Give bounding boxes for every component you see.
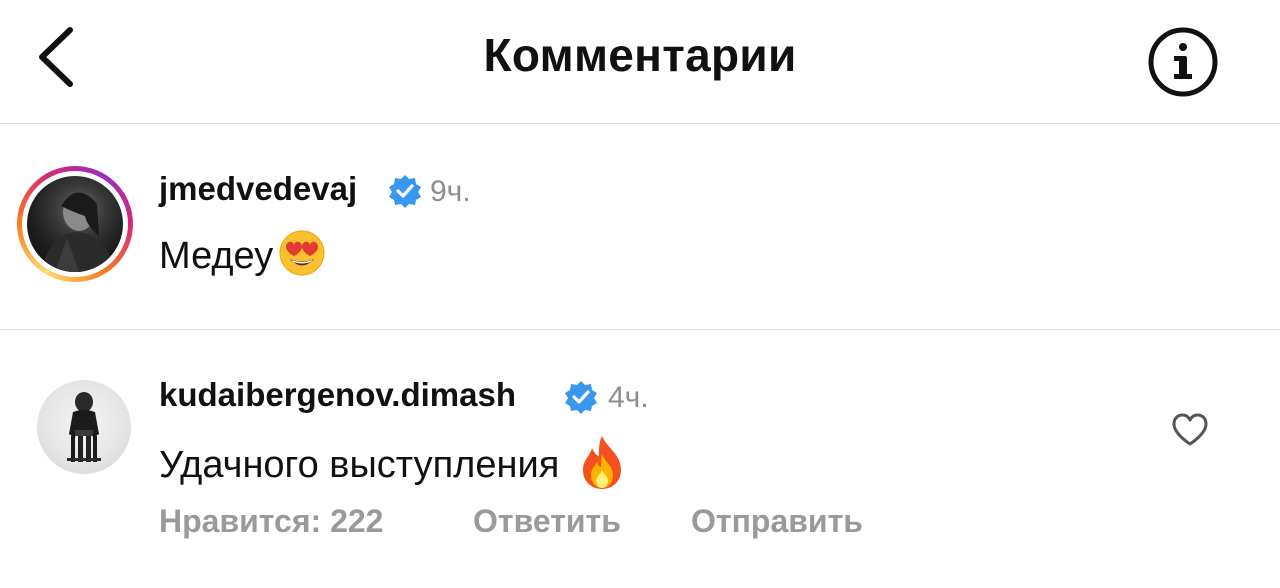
- verified-badge-icon: [565, 381, 597, 414]
- header-bar: Комментарии: [0, 0, 1280, 124]
- avatar[interactable]: [37, 380, 131, 474]
- info-button[interactable]: [1146, 25, 1220, 99]
- comment-item: jmedvedevaj 9ч. Медеу: [0, 124, 1280, 330]
- comment-text-body: Медеу: [159, 235, 274, 278]
- reply-button[interactable]: Ответить: [473, 503, 621, 540]
- comment-text: Медеу: [159, 228, 327, 288]
- fire-emoji: [577, 434, 627, 500]
- avatar-story-ring[interactable]: [17, 166, 133, 282]
- verified-badge-icon: [389, 175, 421, 208]
- comment-time: 4ч.: [608, 381, 649, 414]
- avatar: [27, 176, 123, 272]
- comment-text-body: Удачного выступления: [159, 444, 560, 487]
- heart-outline-icon: [1172, 413, 1208, 446]
- likes-count-link[interactable]: Нравится: 222: [159, 503, 383, 540]
- heart-eyes-emoji: [277, 228, 327, 288]
- comment-username[interactable]: jmedvedevaj: [159, 170, 357, 208]
- send-button[interactable]: Отправить: [691, 503, 863, 540]
- info-circle-icon: [1148, 27, 1218, 97]
- comment-text: Удачного выступления: [159, 434, 627, 500]
- comment-time: 9ч.: [430, 175, 471, 208]
- comment-username[interactable]: kudaibergenov.dimash: [159, 376, 516, 414]
- like-button[interactable]: [1170, 410, 1210, 450]
- comment-item: kudaibergenov.dimash 4ч. Удачного выступ…: [0, 330, 1280, 588]
- page-title: Комментарии: [483, 29, 797, 81]
